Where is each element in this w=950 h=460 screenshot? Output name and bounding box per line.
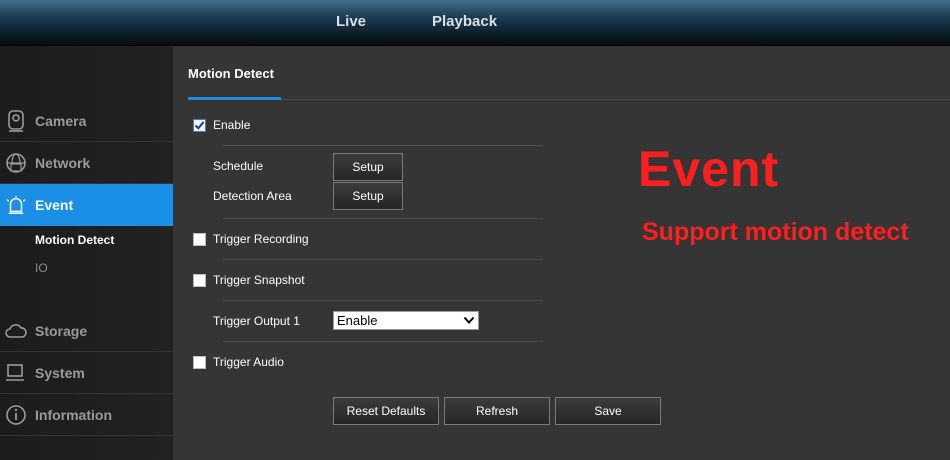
- promo-subtitle: Support motion detect: [642, 218, 909, 246]
- sidebar: Camera Network Event Motion Detect IO St…: [0, 46, 184, 460]
- info-icon: [5, 404, 27, 426]
- trigger-recording-checkbox[interactable]: [193, 233, 206, 246]
- sidebar-subitem-io[interactable]: IO: [35, 261, 48, 275]
- sidebar-item-storage[interactable]: Storage: [0, 310, 173, 352]
- enable-checkbox[interactable]: [193, 119, 206, 132]
- sidebar-item-camera[interactable]: Camera: [0, 100, 173, 142]
- reset-defaults-button[interactable]: Reset Defaults: [333, 397, 439, 425]
- trigger-audio-label: Trigger Audio: [213, 355, 284, 369]
- detection-area-label: Detection Area: [213, 189, 292, 203]
- tab-active-indicator: [188, 97, 281, 100]
- computer-icon: [5, 362, 27, 384]
- sidebar-item-event[interactable]: Event: [0, 184, 184, 226]
- trigger-snapshot-checkbox[interactable]: [193, 274, 206, 287]
- check-icon: [194, 121, 205, 130]
- save-button[interactable]: Save: [555, 397, 661, 425]
- sidebar-item-label: Network: [35, 154, 91, 171]
- chevron-down-icon: [463, 316, 475, 324]
- divider: [223, 218, 543, 219]
- enable-label: Enable: [213, 118, 251, 132]
- top-navigation-bar: Live Playback: [0, 0, 950, 46]
- tab-motion-detect[interactable]: Motion Detect: [188, 66, 274, 81]
- sidebar-item-label: System: [35, 364, 85, 381]
- divider: [223, 300, 543, 301]
- trigger-output-select[interactable]: Enable: [333, 311, 479, 330]
- nav-live[interactable]: Live: [336, 13, 366, 30]
- sidebar-item-system[interactable]: System: [0, 352, 173, 394]
- detection-area-setup-button[interactable]: Setup: [333, 182, 403, 210]
- sidebar-item-information[interactable]: Information: [0, 394, 173, 436]
- nav-playback[interactable]: Playback: [432, 13, 497, 30]
- trigger-snapshot-label: Trigger Snapshot: [213, 273, 305, 287]
- sidebar-item-label: Event: [35, 197, 74, 213]
- sidebar-item-label: Information: [35, 406, 112, 423]
- cloud-icon: [5, 320, 27, 342]
- divider: [223, 341, 543, 342]
- network-icon: [5, 152, 27, 174]
- sidebar-subitem-motion-detect[interactable]: Motion Detect: [35, 233, 114, 247]
- camera-icon: [5, 109, 27, 132]
- divider: [223, 145, 543, 146]
- promo-title: Event: [638, 141, 780, 197]
- sidebar-item-label: Storage: [35, 322, 88, 339]
- trigger-output-value: Enable: [337, 313, 378, 328]
- trigger-recording-label: Trigger Recording: [213, 232, 309, 246]
- alarm-icon: [5, 194, 27, 216]
- divider: [223, 259, 543, 260]
- schedule-label: Schedule: [213, 159, 264, 173]
- trigger-output-label: Trigger Output 1: [213, 314, 300, 328]
- tab-divider: [188, 99, 950, 100]
- refresh-button[interactable]: Refresh: [444, 397, 550, 425]
- sidebar-item-label: Camera: [35, 112, 87, 129]
- sidebar-item-network[interactable]: Network: [0, 142, 173, 184]
- trigger-audio-checkbox[interactable]: [193, 356, 206, 369]
- schedule-setup-button[interactable]: Setup: [333, 153, 403, 181]
- main-panel: Motion Detect Enable Schedule Setup Dete…: [173, 46, 950, 460]
